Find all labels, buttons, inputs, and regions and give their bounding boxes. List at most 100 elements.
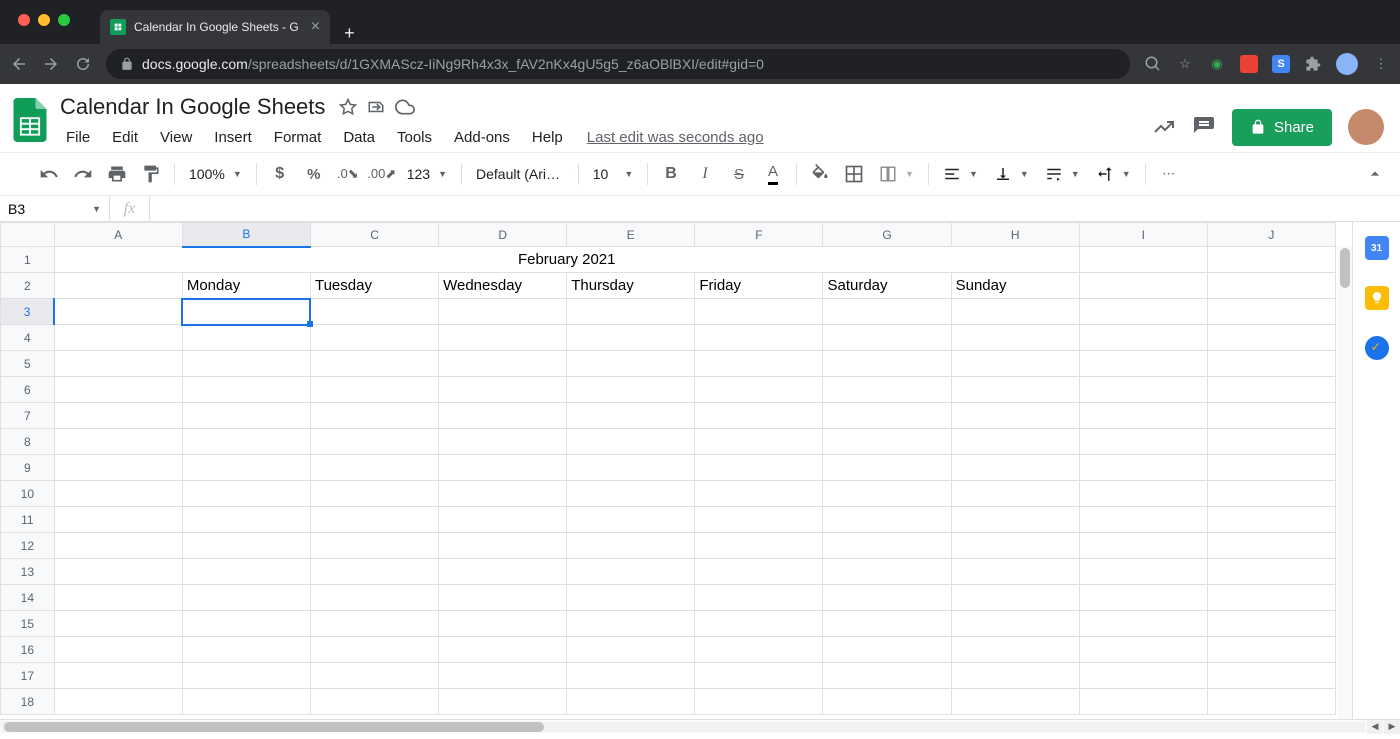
- reload-button[interactable]: [74, 55, 92, 73]
- cell[interactable]: [1207, 299, 1335, 325]
- cell[interactable]: [695, 689, 823, 715]
- back-button[interactable]: [10, 55, 28, 73]
- cell[interactable]: [182, 559, 310, 585]
- row-header-3[interactable]: 3: [1, 299, 55, 325]
- cell[interactable]: [1207, 533, 1335, 559]
- column-header-J[interactable]: J: [1207, 223, 1335, 247]
- cell[interactable]: [567, 689, 695, 715]
- cell[interactable]: Thursday: [567, 273, 695, 299]
- cell[interactable]: [310, 325, 438, 351]
- cell[interactable]: [1207, 351, 1335, 377]
- cell[interactable]: [695, 403, 823, 429]
- cell[interactable]: [310, 689, 438, 715]
- cell[interactable]: [54, 377, 182, 403]
- cell[interactable]: [54, 637, 182, 663]
- cell[interactable]: [310, 351, 438, 377]
- column-header-C[interactable]: C: [310, 223, 438, 247]
- cell[interactable]: [1207, 689, 1335, 715]
- name-box[interactable]: B3 ▼: [0, 196, 110, 221]
- cell[interactable]: [54, 663, 182, 689]
- extension-red-icon[interactable]: [1240, 55, 1258, 73]
- cell[interactable]: [1079, 403, 1207, 429]
- cell[interactable]: [1079, 325, 1207, 351]
- cell[interactable]: [951, 559, 1079, 585]
- cell[interactable]: [567, 325, 695, 351]
- cell[interactable]: Sunday: [951, 273, 1079, 299]
- cell[interactable]: [1079, 507, 1207, 533]
- row-header-5[interactable]: 5: [1, 351, 55, 377]
- cell[interactable]: [54, 481, 182, 507]
- bookmark-star-icon[interactable]: ☆: [1176, 55, 1194, 73]
- redo-button[interactable]: [68, 159, 98, 189]
- cell[interactable]: [182, 403, 310, 429]
- cell[interactable]: [695, 507, 823, 533]
- cell[interactable]: [823, 663, 951, 689]
- extension-s-icon[interactable]: S: [1272, 55, 1290, 73]
- cell[interactable]: [310, 585, 438, 611]
- cell[interactable]: [1207, 611, 1335, 637]
- cell[interactable]: [695, 481, 823, 507]
- profile-avatar[interactable]: [1336, 53, 1358, 75]
- text-rotation-dropdown[interactable]: ▼: [1090, 159, 1137, 189]
- cell[interactable]: [823, 351, 951, 377]
- cell[interactable]: [1207, 403, 1335, 429]
- more-formats-dropdown[interactable]: 123▼: [401, 159, 453, 189]
- cell[interactable]: [439, 325, 567, 351]
- cell[interactable]: Tuesday: [310, 273, 438, 299]
- column-header-H[interactable]: H: [951, 223, 1079, 247]
- cell[interactable]: [695, 325, 823, 351]
- cell[interactable]: [182, 455, 310, 481]
- maximize-window-button[interactable]: [58, 14, 70, 26]
- cell[interactable]: [439, 507, 567, 533]
- menu-format[interactable]: Format: [264, 125, 332, 150]
- cell[interactable]: [54, 689, 182, 715]
- cell[interactable]: [567, 299, 695, 325]
- cell[interactable]: [567, 585, 695, 611]
- cell[interactable]: [439, 559, 567, 585]
- cell[interactable]: [439, 351, 567, 377]
- cell[interactable]: [1207, 481, 1335, 507]
- cell[interactable]: [182, 507, 310, 533]
- format-percent-button[interactable]: %: [299, 159, 329, 189]
- cell[interactable]: [54, 533, 182, 559]
- cell[interactable]: [695, 637, 823, 663]
- cell[interactable]: [182, 481, 310, 507]
- tab-close-icon[interactable]: ×: [311, 18, 320, 36]
- column-header-A[interactable]: A: [54, 223, 182, 247]
- cell[interactable]: [567, 429, 695, 455]
- row-header-18[interactable]: 18: [1, 689, 55, 715]
- url-input[interactable]: docs.google.com/spreadsheets/d/1GXMAScz-…: [106, 49, 1130, 79]
- keep-addon-icon[interactable]: [1365, 286, 1389, 310]
- cell[interactable]: [823, 559, 951, 585]
- zoom-icon[interactable]: [1144, 55, 1162, 73]
- cell[interactable]: [951, 533, 1079, 559]
- cell[interactable]: [1207, 507, 1335, 533]
- cell[interactable]: [1079, 429, 1207, 455]
- cell[interactable]: [1079, 689, 1207, 715]
- cell-merged-title[interactable]: February 2021: [54, 247, 1079, 273]
- cell[interactable]: [567, 663, 695, 689]
- cell[interactable]: [695, 585, 823, 611]
- activity-icon[interactable]: [1152, 115, 1176, 139]
- vertical-align-dropdown[interactable]: ▼: [988, 159, 1035, 189]
- cell[interactable]: [182, 611, 310, 637]
- cell[interactable]: [823, 299, 951, 325]
- cell[interactable]: [823, 455, 951, 481]
- cell[interactable]: [1207, 325, 1335, 351]
- cell[interactable]: [823, 585, 951, 611]
- cell[interactable]: [54, 325, 182, 351]
- extension-grammarly-icon[interactable]: ◉: [1208, 55, 1226, 73]
- increase-decimal-button[interactable]: .00⬈: [367, 159, 397, 189]
- strikethrough-button[interactable]: S: [724, 159, 754, 189]
- row-header-7[interactable]: 7: [1, 403, 55, 429]
- cell[interactable]: [1207, 637, 1335, 663]
- cell[interactable]: [54, 611, 182, 637]
- share-button[interactable]: Share: [1232, 109, 1332, 146]
- scroll-left-button[interactable]: ◀: [1367, 720, 1383, 734]
- cell[interactable]: [182, 299, 310, 325]
- cell[interactable]: [439, 403, 567, 429]
- row-header-12[interactable]: 12: [1, 533, 55, 559]
- cell[interactable]: Saturday: [823, 273, 951, 299]
- cell[interactable]: [1079, 299, 1207, 325]
- cell[interactable]: [951, 377, 1079, 403]
